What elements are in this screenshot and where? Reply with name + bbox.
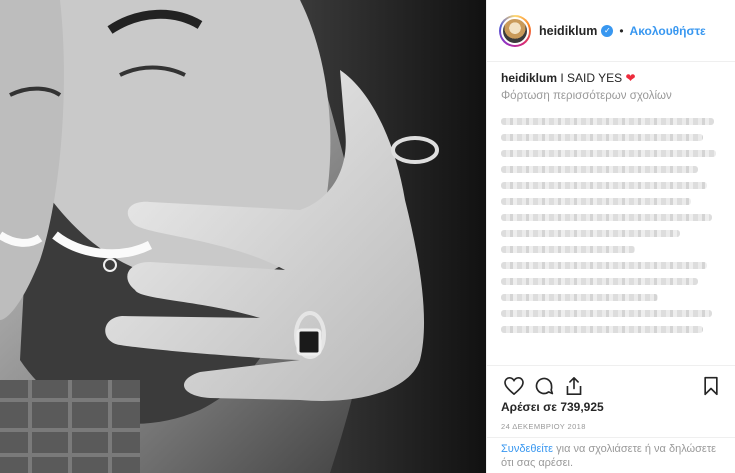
photo-illustration bbox=[0, 0, 486, 473]
login-link[interactable]: Συνδεθείτε bbox=[501, 443, 553, 455]
blurred-comment-line bbox=[501, 118, 714, 125]
caption-text: I SAID YES bbox=[560, 71, 623, 85]
blurred-comment-line bbox=[501, 198, 692, 205]
verified-badge-icon: ✓ bbox=[601, 24, 614, 37]
share-button[interactable] bbox=[559, 372, 589, 400]
blurred-comment-line bbox=[501, 214, 712, 221]
heart-outline-icon bbox=[504, 376, 524, 395]
heart-emoji: ❤ bbox=[625, 71, 636, 85]
blurred-comment-line bbox=[501, 246, 636, 253]
blurred-comment-line bbox=[501, 134, 703, 141]
username-link[interactable]: heidiklum bbox=[539, 24, 597, 38]
avatar-image bbox=[501, 16, 529, 45]
caption-username-link[interactable]: heidiklum bbox=[501, 71, 557, 85]
separator-dot: • bbox=[619, 23, 624, 38]
blurred-comment-line bbox=[501, 310, 712, 317]
post-date[interactable]: 24 ΔΕΚΕΜΒΡΙΟΥ 2018 bbox=[501, 422, 586, 431]
post-photo[interactable] bbox=[0, 0, 486, 473]
login-prompt: Συνδεθείτε για να σχολιάσετε ή να δηλώσε… bbox=[487, 437, 735, 473]
bookmark-icon bbox=[704, 376, 718, 395]
avatar[interactable] bbox=[499, 14, 531, 47]
post-header: heidiklum ✓ • Ακολουθήστε bbox=[487, 0, 735, 62]
blurred-comment-line bbox=[501, 294, 658, 301]
blurred-comment-line bbox=[501, 262, 708, 269]
share-upload-icon bbox=[566, 376, 582, 395]
blurred-comment-line bbox=[501, 150, 717, 157]
action-bar bbox=[487, 365, 735, 405]
save-button[interactable] bbox=[696, 372, 726, 400]
likes-count[interactable]: Αρέσει σε 739,925 bbox=[501, 400, 604, 414]
caption-line: heidiklum I SAID YES ❤ bbox=[501, 70, 725, 86]
follow-button[interactable]: Ακολουθήστε bbox=[630, 24, 706, 38]
blurred-comment-line bbox=[501, 166, 699, 173]
like-button[interactable] bbox=[499, 372, 529, 400]
blurred-comment-line bbox=[501, 278, 699, 285]
blurred-comment-line bbox=[501, 182, 708, 189]
comment-icon bbox=[535, 377, 554, 394]
post-side-panel: heidiklum ✓ • Ακολουθήστε heidiklum I SA… bbox=[486, 0, 735, 473]
comment-button[interactable] bbox=[529, 372, 559, 400]
blurred-comment-line bbox=[501, 230, 681, 237]
blurred-comments bbox=[501, 110, 725, 358]
blurred-comment-line bbox=[501, 326, 703, 333]
caption: heidiklum I SAID YES ❤ Φόρτωση περισσότε… bbox=[501, 70, 725, 102]
load-more-comments-link[interactable]: Φόρτωση περισσότερων σχολίων bbox=[501, 90, 725, 102]
